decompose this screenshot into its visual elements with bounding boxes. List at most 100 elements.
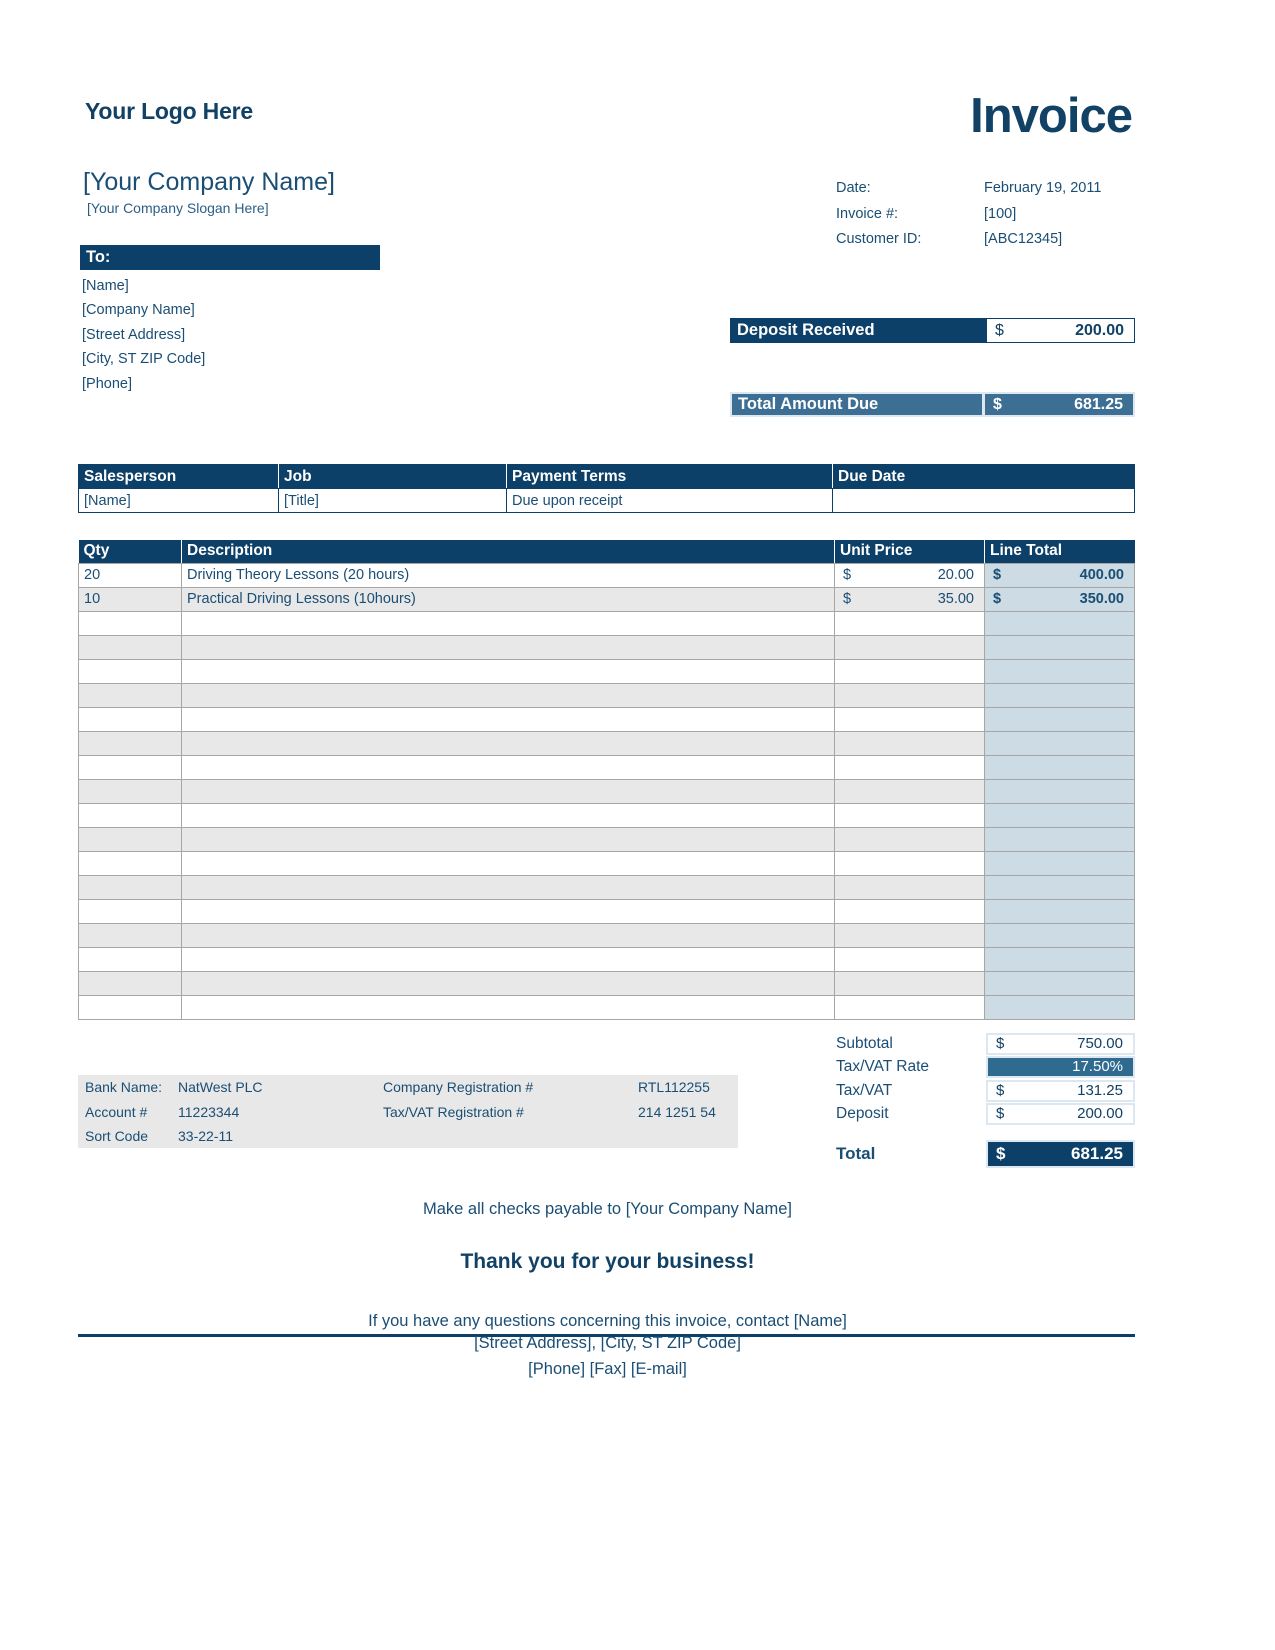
cell-unit-price[interactable] <box>834 658 985 684</box>
cell-unit-price[interactable] <box>834 634 985 660</box>
cell-salesperson[interactable]: [Name] <box>78 488 279 513</box>
cell-qty[interactable] <box>78 610 182 636</box>
total-amount-due-box: Total Amount Due $ 681.25 <box>730 392 1135 417</box>
cell-qty[interactable] <box>78 778 182 804</box>
subtotal-label: Subtotal <box>836 1034 893 1052</box>
cell-unit-price[interactable] <box>834 706 985 732</box>
vat-registration-value: 214 1251 54 <box>638 1103 716 1120</box>
cell-description[interactable] <box>181 634 835 660</box>
table-row <box>78 754 1135 780</box>
cell-description[interactable] <box>181 994 835 1020</box>
cell-description[interactable] <box>181 874 835 900</box>
cell-unit-price[interactable] <box>834 778 985 804</box>
table-row <box>78 826 1135 852</box>
cell-payment-terms[interactable]: Due upon receipt <box>506 488 833 513</box>
header-unit-price: Unit Price <box>834 540 985 564</box>
cell-qty[interactable] <box>78 970 182 996</box>
currency-symbol: $ <box>843 567 852 583</box>
cell-description[interactable] <box>181 898 835 924</box>
date-label: Date: <box>836 180 871 196</box>
customer-id-label: Customer ID: <box>836 231 922 247</box>
cell-description[interactable] <box>181 922 835 948</box>
cell-unit-price[interactable] <box>834 826 985 852</box>
cell-unit-price[interactable] <box>834 898 985 924</box>
total-amount-due-currency: $ <box>982 394 1018 415</box>
cell-unit-price[interactable] <box>834 922 985 948</box>
account-number-label: Account # <box>85 1103 148 1120</box>
cell-qty[interactable] <box>78 754 182 780</box>
table-row <box>78 850 1135 876</box>
cell-line-total <box>984 634 1135 660</box>
header-payment-terms: Payment Terms <box>506 464 833 489</box>
tax-rate-value-box[interactable]: 17.50% <box>986 1056 1135 1079</box>
table-row <box>78 994 1135 1020</box>
cell-description[interactable] <box>181 850 835 876</box>
cell-qty[interactable] <box>78 730 182 756</box>
cell-unit-price[interactable] <box>834 754 985 780</box>
cell-unit-price[interactable] <box>834 874 985 900</box>
header-salesperson: Salesperson <box>78 464 279 489</box>
cell-qty[interactable] <box>78 658 182 684</box>
cell-description[interactable] <box>181 658 835 684</box>
bill-to-address: [Name] [Company Name] [Street Address] [Cit… <box>82 274 205 396</box>
table-row <box>78 946 1135 972</box>
tax-value: 131.25 <box>1077 1081 1123 1099</box>
cell-unit-price[interactable]: $20.00 <box>834 562 985 588</box>
cell-line-total <box>984 994 1135 1020</box>
cell-unit-price[interactable] <box>834 682 985 708</box>
cell-description[interactable] <box>181 778 835 804</box>
currency-symbol: $ <box>843 591 852 607</box>
cell-qty[interactable] <box>78 826 182 852</box>
currency-symbol: $ <box>993 567 1002 583</box>
cell-description[interactable] <box>181 730 835 756</box>
cell-description[interactable] <box>181 826 835 852</box>
cell-qty[interactable] <box>78 922 182 948</box>
cell-qty[interactable] <box>78 802 182 828</box>
cell-line-total <box>984 826 1135 852</box>
cell-qty[interactable] <box>78 706 182 732</box>
cell-unit-price[interactable] <box>834 970 985 996</box>
total-value: 681.25 <box>1071 1144 1123 1163</box>
cell-description[interactable]: Driving Theory Lessons (20 hours) <box>181 562 835 588</box>
subtotal-value-box: $ 750.00 <box>986 1032 1135 1055</box>
cell-description[interactable] <box>181 706 835 732</box>
cell-qty[interactable] <box>78 634 182 660</box>
meta-row-invoice-no: Invoice #: [100] <box>836 202 1101 228</box>
cell-unit-price[interactable]: $35.00 <box>834 586 985 612</box>
cell-unit-price[interactable] <box>834 802 985 828</box>
cell-description[interactable] <box>181 802 835 828</box>
payable-to-text: Make all checks payable to [Your Company… <box>423 1200 792 1218</box>
bank-name-value: NatWest PLC <box>178 1079 263 1096</box>
cell-qty[interactable] <box>78 874 182 900</box>
cell-qty[interactable]: 10 <box>78 586 182 612</box>
table-row <box>78 610 1135 636</box>
cell-qty[interactable] <box>78 682 182 708</box>
cell-qty[interactable] <box>78 850 182 876</box>
cell-unit-price[interactable] <box>834 994 985 1020</box>
invoice-number-label: Invoice #: <box>836 205 899 222</box>
deposit-value: 200.00 <box>1077 1105 1123 1123</box>
cell-unit-price[interactable] <box>834 730 985 756</box>
header-line-total: Line Total <box>984 540 1135 564</box>
cell-due-date[interactable] <box>832 488 1135 513</box>
cell-unit-price[interactable] <box>834 610 985 636</box>
cell-description[interactable] <box>181 970 835 996</box>
cell-job[interactable]: [Title] <box>278 488 507 513</box>
cell-unit-price[interactable] <box>834 850 985 876</box>
cell-description[interactable] <box>181 754 835 780</box>
company-logo-placeholder: Your Logo Here <box>85 98 254 124</box>
cell-line-total <box>984 658 1135 684</box>
cell-line-total <box>984 850 1135 876</box>
cell-line-total <box>984 778 1135 804</box>
cell-description[interactable]: Practical Driving Lessons (10hours) <box>181 586 835 612</box>
tax-label: Tax/VAT <box>836 1081 893 1099</box>
cell-unit-price[interactable] <box>834 946 985 972</box>
cell-qty[interactable] <box>78 994 182 1020</box>
cell-description[interactable] <box>181 946 835 972</box>
cell-qty[interactable] <box>78 946 182 972</box>
cell-qty[interactable] <box>78 898 182 924</box>
cell-qty[interactable]: 20 <box>78 562 182 588</box>
cell-description[interactable] <box>181 682 835 708</box>
total-value-box: $ 681.25 <box>986 1140 1135 1168</box>
cell-description[interactable] <box>181 610 835 636</box>
